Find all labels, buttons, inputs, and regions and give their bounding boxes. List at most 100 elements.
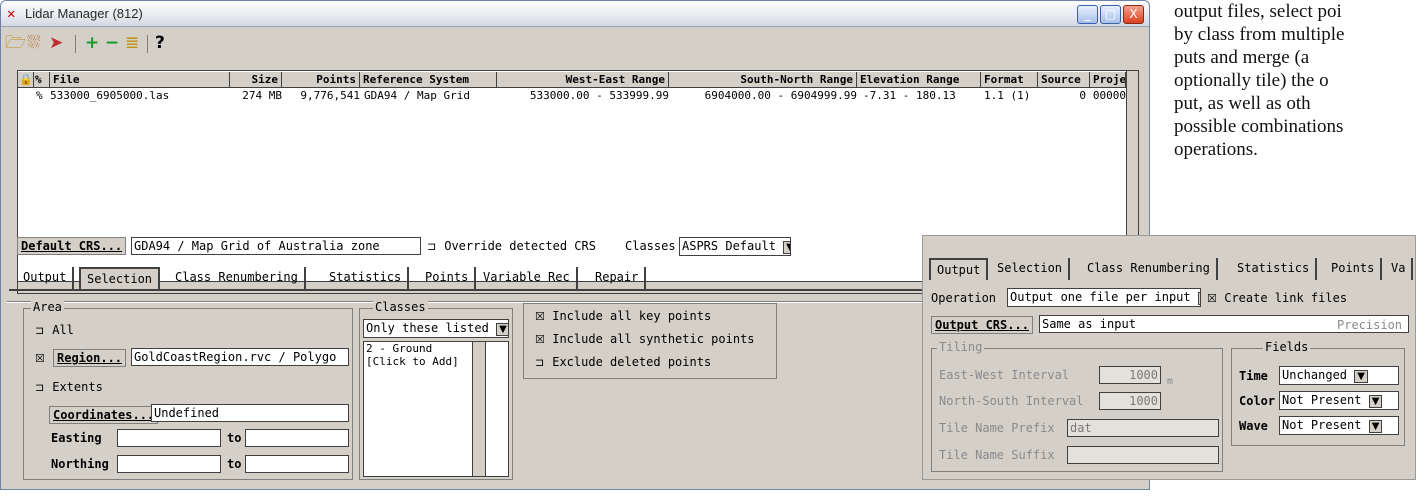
tab-points[interactable]: Points [419,267,477,289]
color-label: Color [1239,394,1276,408]
list-item[interactable]: 2 - Ground [366,342,432,355]
operation-value: Output one file per input [1010,290,1191,304]
export-icon[interactable]: ➤ [49,33,63,53]
toolbar: 🗁 ⛆ ➤ + − ≣ ? [5,31,305,57]
tile-suffix-field[interactable] [1067,446,1219,464]
default-crs-field[interactable]: GDA94 / Map Grid of Australia zone [131,237,421,255]
extents-radio[interactable]: ⊐ Extents [35,380,103,394]
tab-variable-rec[interactable]: Variable Rec [477,267,578,289]
fields-group-label: Fields [1263,340,1311,354]
time-dropdown[interactable]: Unchanged ▼ [1279,366,1399,385]
col-source[interactable]: Source [1038,72,1090,88]
chevron-down-icon: ▼ [1368,420,1383,433]
open-folder-icon[interactable]: 🗁 [5,33,26,53]
exclude-deleted-checkbox[interactable]: ⊐ Exclude deleted points [535,355,711,369]
inset-tab-class-renumbering[interactable]: Class Renumbering [1081,258,1218,280]
minimize-button[interactable]: _ [1077,5,1098,24]
override-crs-checkbox[interactable]: ⊐ Override detected CRS [427,239,596,253]
time-value: Unchanged [1282,368,1348,382]
row-file[interactable]: 533000_6905000.las [50,89,230,103]
color-dropdown[interactable]: Not Present ▼ [1279,391,1399,410]
chevron-down-icon: ▼ [496,323,508,336]
link-icon: % [34,72,50,88]
tab-selection[interactable]: Selection [79,267,161,289]
color-value: Not Present [1282,393,1362,407]
inset-tab-points[interactable]: Points [1325,258,1383,280]
col-format[interactable]: Format [981,72,1038,88]
tab-output[interactable]: Output [17,267,75,289]
col-west-east[interactable]: West-East Range [497,72,669,88]
inset-tab-output[interactable]: Output [929,258,989,280]
tab-class-renumbering[interactable]: Class Renumbering [169,267,306,289]
chevron-down-icon: ▼ [783,241,790,254]
chevron-down-icon: ▼ [1368,395,1383,408]
close-button[interactable]: X [1123,5,1144,24]
col-reference-system[interactable]: Reference System [360,72,497,88]
tile-prefix-field[interactable]: dat [1067,419,1219,437]
filter-icon[interactable]: ⛆ [27,33,41,53]
include-key-points-checkbox[interactable]: ☒ Include all key points [535,309,711,323]
northing-max-field[interactable] [245,455,349,473]
col-size[interactable]: Size [230,72,282,88]
wave-dropdown[interactable]: Not Present ▼ [1279,416,1399,435]
exclude-deleted-label: Exclude deleted points [552,355,712,369]
col-points[interactable]: Points [282,72,360,88]
include-key-points-label: Include all key points [552,309,712,323]
inset-tab-statistics[interactable]: Statistics [1231,258,1318,280]
all-radio[interactable]: ⊐ All [35,323,74,337]
row-points: 9,776,541 [300,89,360,102]
col-file[interactable]: File [50,72,230,88]
checkbox-on-icon: ☒ [35,352,45,365]
default-crs-button[interactable]: Default CRS... [17,237,127,255]
inset-tab-va[interactable]: Va [1385,258,1414,280]
region-checkbox[interactable]: ☒ [35,351,45,365]
note-line: put, as well as oth [1174,93,1311,114]
help-icon[interactable]: ? [155,33,165,53]
checkbox-off-icon: ⊐ [535,356,545,369]
ns-interval-label: North-South Interval [939,394,1084,408]
inset-tab-bar: Output Selection Class Renumbering Stati… [929,258,1416,280]
list-item[interactable]: [Click to Add] [366,355,470,368]
tab-statistics[interactable]: Statistics [323,267,410,289]
create-link-label: Create link files [1224,291,1348,305]
northing-min-field[interactable] [117,455,221,473]
classes-dropdown[interactable]: ASPRS Default ▼ [679,237,791,256]
row-reference-system: GDA94 / Map Grid [364,89,470,102]
maximize-button[interactable]: □ [1100,5,1121,24]
note-line: output files, select poi [1174,1,1342,22]
title-bar[interactable]: ✕ Lidar Manager (812) _ □ X [1,1,1149,27]
note-line: possible combinations [1174,116,1344,137]
ew-interval-field[interactable]: 1000 [1099,366,1161,384]
classes-dropdown-value: ASPRS Default [682,239,776,253]
add-icon[interactable]: + [85,33,99,53]
remove-icon[interactable]: − [105,33,119,53]
include-synthetic-checkbox[interactable]: ☒ Include all synthetic points [535,332,755,346]
classes-mode-dropdown[interactable]: Only these listed ▼ [363,319,509,338]
lidar-app-icon: ✕ [7,6,16,22]
region-button[interactable]: Region... [53,349,127,367]
classes-list-scrollbar[interactable] [472,342,486,476]
classes-list[interactable]: 2 - Ground [Click to Add] [363,341,509,477]
side-note: output files, select poi by class from m… [1174,0,1414,161]
operation-dropdown[interactable]: Output one file per input ▼ [1007,288,1201,307]
inset-tab-selection[interactable]: Selection [991,258,1071,280]
easting-max-field[interactable] [245,429,349,447]
precision-label: Precision [1337,318,1403,332]
tab-repair[interactable]: Repair [589,267,647,289]
row-elevation: -7.31 - 180.13 [863,89,956,102]
note-line: operations. [1174,139,1258,160]
create-link-checkbox[interactable]: ☒ Create link files [1207,291,1347,305]
coordinates-field[interactable]: Undefined [151,404,349,422]
coordinates-button[interactable]: Coordinates... [49,406,159,424]
row-south-north: 6904000.00 - 6904999.99 [704,89,857,102]
easting-min-field[interactable] [117,429,221,447]
easting-label: Easting [51,431,102,445]
region-field[interactable]: GoldCoastRegion.rvc / Polygo [131,348,349,366]
col-elevation[interactable]: Elevation Range [857,72,981,88]
col-south-north[interactable]: South-North Range [669,72,857,88]
col-projection[interactable]: Proje [1090,72,1126,88]
output-crs-button[interactable]: Output CRS... [931,316,1033,334]
stack-icon[interactable]: ≣ [125,33,139,53]
classes-group-label: Classes [373,300,428,314]
ns-interval-field[interactable]: 1000 [1099,392,1161,410]
